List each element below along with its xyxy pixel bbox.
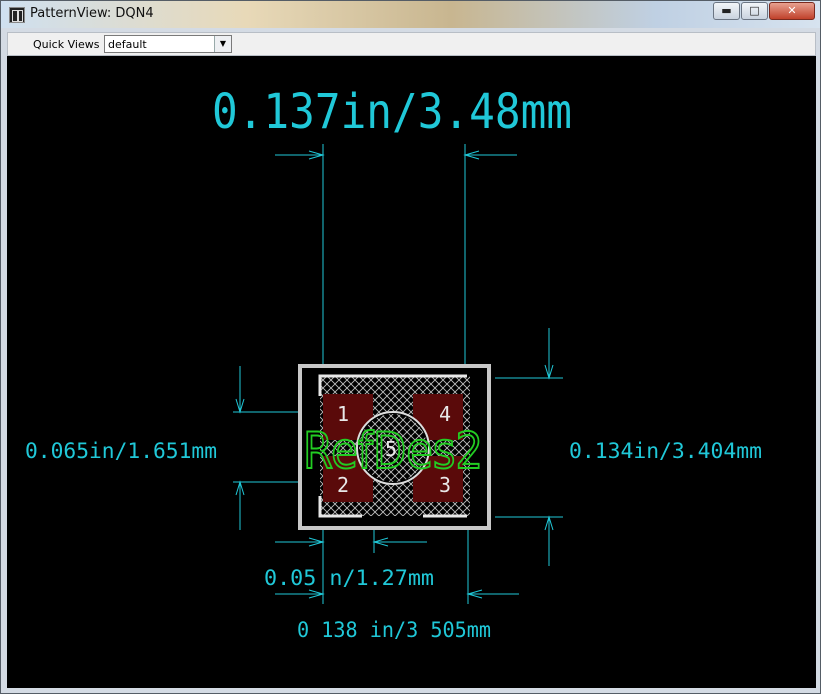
dim-top-label: 0.137in/3.48mm	[212, 84, 572, 140]
quick-views-label: Quick Views :	[33, 38, 107, 51]
close-button[interactable]: ✕	[769, 2, 815, 20]
dim-bottom-label: 0 138 in/3 505mm	[297, 618, 491, 642]
app-icon	[9, 7, 25, 23]
dimension-labels: 0.137in/3.48mm 0.065in/1.651mm 0.134in/3…	[25, 84, 762, 642]
pattern-view-window: PatternView: DQN4 ▬ □ ✕ Quick Views : de…	[0, 0, 821, 694]
title-bar[interactable]: PatternView: DQN4 ▬ □ ✕	[1, 1, 820, 28]
chevron-down-icon[interactable]: ▼	[214, 36, 231, 52]
minimize-button[interactable]: ▬	[713, 2, 740, 20]
pattern-canvas[interactable]: 0.137in/3.48mm 0.065in/1.651mm 0.134in/3…	[7, 56, 816, 688]
quick-views-value: default	[108, 38, 147, 51]
quick-views-dropdown[interactable]: default ▼	[104, 35, 232, 53]
dim-right-label: 0.134in/3.404mm	[569, 439, 762, 463]
window-title: PatternView: DQN4	[30, 6, 154, 21]
maximize-button[interactable]: □	[741, 2, 768, 20]
pattern-drawing: 0.137in/3.48mm 0.065in/1.651mm 0.134in/3…	[25, 84, 762, 642]
quick-views-toolbar: Quick Views : default ▼	[7, 32, 816, 56]
dim-left-label: 0.065in/1.651mm	[25, 439, 217, 463]
dim-pitch-label: 0.05 n/1.27mm	[264, 566, 434, 590]
refdes-label: RefDes2	[303, 422, 483, 480]
